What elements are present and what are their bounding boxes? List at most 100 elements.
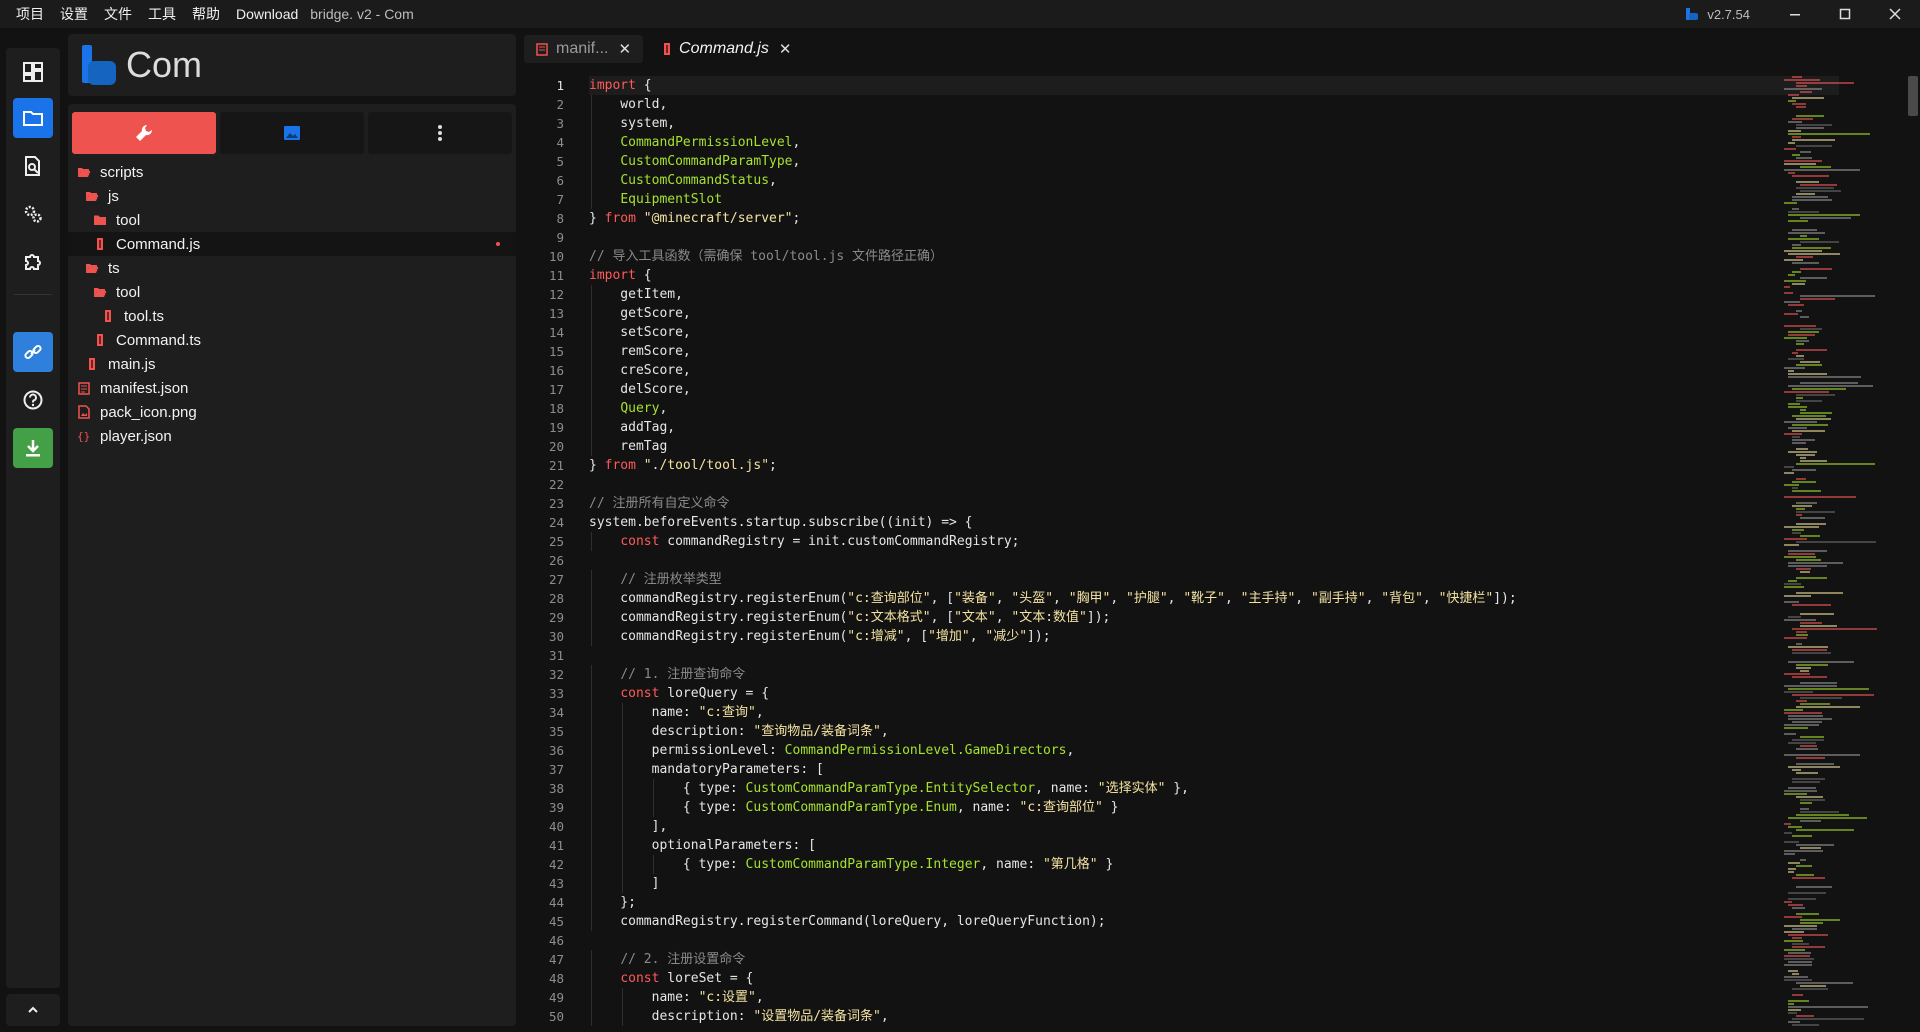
code-line[interactable]: // 2. 注册设置命令 [589, 950, 1839, 969]
activity-help-button[interactable] [13, 380, 53, 420]
code-line[interactable]: Query, [589, 399, 1839, 418]
activity-settings-button[interactable] [13, 194, 53, 234]
explorer-tab-more[interactable] [368, 112, 512, 154]
tab-close-icon[interactable]: ✕ [618, 40, 631, 58]
code-line[interactable]: const loreQuery = { [589, 684, 1839, 703]
code-line[interactable]: addTag, [589, 418, 1839, 437]
activity-explorer-button[interactable] [13, 98, 53, 138]
maximize-button[interactable] [1820, 0, 1870, 28]
file-tree: scripts js tool Command.js ts tool tool.ts Comm… [68, 160, 516, 448]
activity-file-search-button[interactable] [13, 146, 53, 186]
code-line[interactable]: commandRegistry.registerEnum("c:增减", ["增… [589, 627, 1839, 646]
activity-download-button[interactable] [13, 428, 53, 468]
code-line[interactable]: system, [589, 114, 1839, 133]
code-line[interactable]: delScore, [589, 380, 1839, 399]
activity-collapse-button[interactable] [6, 994, 60, 1026]
code-line[interactable]: ] [589, 874, 1839, 893]
activity-extensions-button[interactable] [13, 242, 53, 282]
close-window-button[interactable] [1870, 0, 1920, 28]
code-line[interactable]: getItem, [589, 285, 1839, 304]
code-area[interactable]: import { world, system, CommandPermissio… [589, 76, 1839, 1026]
code-line[interactable]: // 导入工具函数（需确保 tool/tool.js 文件路径正确） [589, 247, 1839, 266]
code-token: commandRegistry.registerEnum( [589, 610, 848, 625]
code-line[interactable]: description: "设置物品/装备词条", [589, 1007, 1839, 1026]
code-line[interactable]: setScore, [589, 323, 1839, 342]
tab-close-icon[interactable]: ✕ [779, 40, 792, 58]
code-editor[interactable]: 1 2 3 4 5 6 7 8 9 10 11 12 13 14 15 16 17 18 19 20 21 22 23 24 2… [524, 68, 1920, 1032]
code-line[interactable]: // 注册所有自定义命令 [589, 494, 1839, 513]
tree-item[interactable]: tool [68, 208, 516, 232]
code-line[interactable]: permissionLevel: CommandPermissionLevel.… [589, 741, 1839, 760]
help-icon [23, 390, 43, 410]
minimap-line [1796, 664, 1828, 666]
menu-project[interactable]: 项目 [8, 0, 52, 28]
tree-item[interactable]: scripts [68, 160, 516, 184]
code-line[interactable]: creScore, [589, 361, 1839, 380]
code-line[interactable]: commandRegistry.registerEnum("c:文本格式", [… [589, 608, 1839, 627]
menu-tools[interactable]: 工具 [140, 0, 184, 28]
minimize-button[interactable] [1770, 0, 1820, 28]
code-line[interactable]: name: "c:查询", [589, 703, 1839, 722]
tree-item[interactable]: js [68, 184, 516, 208]
code-line[interactable]: remScore, [589, 342, 1839, 361]
code-line[interactable] [589, 646, 1839, 665]
code-line[interactable]: import { [589, 76, 1839, 95]
tree-item[interactable]: ts [68, 256, 516, 280]
code-line[interactable] [589, 475, 1839, 494]
code-line[interactable]: commandRegistry.registerCommand(loreQuer… [589, 912, 1839, 931]
code-line[interactable] [589, 228, 1839, 247]
minimap[interactable] [1784, 76, 1896, 1032]
code-line[interactable] [589, 931, 1839, 950]
code-line[interactable]: commandRegistry.registerEnum("c:查询部位", [… [589, 589, 1839, 608]
tree-item[interactable]: main.js [68, 352, 516, 376]
code-line[interactable]: CustomCommandParamType, [589, 152, 1839, 171]
activity-link-button[interactable] [13, 332, 53, 372]
explorer-tab-tools[interactable] [72, 112, 216, 154]
menu-file[interactable]: 文件 [96, 0, 140, 28]
vertical-scrollbar[interactable] [1906, 68, 1920, 1032]
code-line[interactable] [589, 551, 1839, 570]
code-line[interactable]: ], [589, 817, 1839, 836]
code-line[interactable]: system.beforeEvents.startup.subscribe((i… [589, 513, 1839, 532]
code-line[interactable]: remTag [589, 437, 1839, 456]
code-line[interactable]: { type: CustomCommandParamType.EntitySel… [589, 779, 1839, 798]
project-header[interactable]: Com [68, 34, 516, 96]
tab-manifest-json[interactable]: manif... ✕ [524, 35, 644, 63]
code-line[interactable]: const commandRegistry = init.customComma… [589, 532, 1839, 551]
tree-item[interactable]: Command.js [68, 232, 516, 256]
explorer-tab-resources[interactable] [220, 112, 364, 154]
code-line[interactable]: CommandPermissionLevel, [589, 133, 1839, 152]
code-line[interactable]: // 注册枚举类型 [589, 570, 1839, 589]
activity-dashboard-button[interactable] [13, 52, 53, 92]
tree-item[interactable]: Command.ts [68, 328, 516, 352]
code-line[interactable]: EquipmentSlot [589, 190, 1839, 209]
code-line[interactable]: name: "c:设置", [589, 988, 1839, 1007]
code-line[interactable]: description: "查询物品/装备词条", [589, 722, 1839, 741]
code-line[interactable]: // 1. 注册查询命令 [589, 665, 1839, 684]
code-line[interactable]: getScore, [589, 304, 1839, 323]
line-number: 12 [548, 287, 564, 302]
tree-item[interactable]: tool [68, 280, 516, 304]
code-line[interactable]: CustomCommandStatus, [589, 171, 1839, 190]
menu-download[interactable]: Download [228, 0, 306, 28]
code-line[interactable]: } from "@minecraft/server"; [589, 209, 1839, 228]
code-line[interactable]: const loreSet = { [589, 969, 1839, 988]
code-line[interactable]: import { [589, 266, 1839, 285]
code-line[interactable]: { type: CustomCommandParamType.Enum, nam… [589, 798, 1839, 817]
scrollbar-thumb[interactable] [1908, 76, 1918, 116]
code-line[interactable]: mandatoryParameters: [ [589, 760, 1839, 779]
tab-command-js[interactable]: Command.js ✕ [651, 35, 803, 63]
code-line[interactable]: optionalParameters: [ [589, 836, 1839, 855]
code-line[interactable]: } from "./tool/tool.js"; [589, 456, 1839, 475]
tree-item[interactable]: {} player.json [68, 424, 516, 448]
unsaved-dot-icon [496, 242, 500, 246]
menu-help[interactable]: 帮助 [184, 0, 228, 28]
menu-settings[interactable]: 设置 [52, 0, 96, 28]
tree-item[interactable]: tool.ts [68, 304, 516, 328]
code-line[interactable]: }; [589, 893, 1839, 912]
tree-item[interactable]: pack_icon.png [68, 400, 516, 424]
code-line[interactable]: { type: CustomCommandParamType.Integer, … [589, 855, 1839, 874]
code-line[interactable]: world, [589, 95, 1839, 114]
tree-item[interactable]: manifest.json [68, 376, 516, 400]
